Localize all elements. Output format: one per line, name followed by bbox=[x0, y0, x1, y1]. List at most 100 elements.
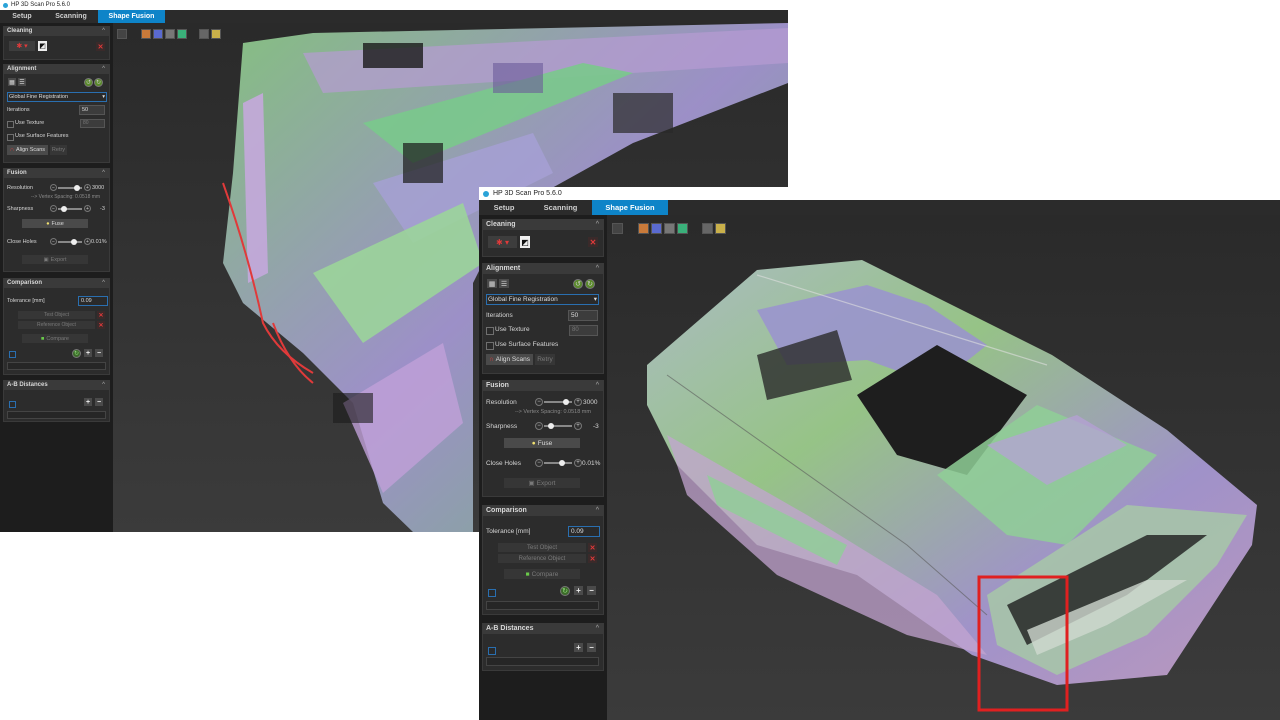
comparison-checkbox[interactable] bbox=[9, 351, 16, 358]
collapse-icon[interactable]: ^ bbox=[596, 624, 599, 634]
slider-knob[interactable] bbox=[548, 423, 554, 429]
collapse-icon[interactable]: ^ bbox=[102, 381, 105, 390]
remove-button[interactable]: − bbox=[95, 349, 103, 357]
use-texture-checkbox[interactable] bbox=[7, 121, 14, 128]
delete-icon[interactable]: ✕ bbox=[96, 42, 105, 51]
cleaning-header[interactable]: Cleaning ^ bbox=[4, 27, 109, 36]
registration-method-select[interactable]: Global Fine Registration ▾ bbox=[486, 294, 599, 305]
reference-object-button[interactable]: Reference Object bbox=[18, 321, 95, 329]
collapse-icon[interactable]: ^ bbox=[596, 220, 599, 230]
sharpness-decrease[interactable]: − bbox=[50, 205, 57, 212]
ab-distances-header[interactable]: A-B Distances ^ bbox=[483, 624, 603, 634]
slider-knob[interactable] bbox=[70, 239, 77, 245]
fusion-header[interactable]: Fusion ^ bbox=[483, 381, 603, 391]
tab-setup[interactable]: Setup bbox=[479, 200, 529, 215]
export-button[interactable]: ▣ Export bbox=[22, 255, 88, 264]
resolution-increase[interactable]: + bbox=[574, 398, 582, 406]
delete-icon[interactable]: ✕ bbox=[588, 237, 598, 247]
ab-distances-header[interactable]: A-B Distances ^ bbox=[4, 381, 109, 390]
cleaning-tool-dropdown[interactable]: ✱ ▾ bbox=[9, 41, 35, 51]
slider-knob[interactable] bbox=[563, 399, 570, 405]
add-button[interactable]: + bbox=[84, 349, 92, 357]
tab-shape-fusion[interactable]: Shape Fusion bbox=[98, 10, 165, 23]
refresh-icon[interactable]: ↻ bbox=[560, 586, 570, 596]
cleaning-tool-dropdown[interactable]: ✱ ▾ bbox=[488, 236, 517, 248]
tab-shape-fusion[interactable]: Shape Fusion bbox=[592, 200, 668, 215]
grid-view-icon[interactable]: ▦ bbox=[487, 279, 497, 288]
slider-knob[interactable] bbox=[61, 206, 67, 212]
slider-knob[interactable] bbox=[74, 185, 81, 191]
compare-button[interactable]: ■ Compare bbox=[504, 569, 580, 579]
reference-object-button[interactable]: Reference Object bbox=[498, 554, 586, 563]
refresh-icon[interactable]: ↻ bbox=[72, 349, 81, 358]
test-object-button[interactable]: Test Object bbox=[498, 543, 586, 552]
use-surface-features-checkbox[interactable] bbox=[486, 342, 494, 350]
collapse-icon[interactable]: ^ bbox=[102, 65, 105, 74]
iterations-field[interactable]: 50 bbox=[79, 105, 105, 115]
ab-add-button[interactable]: + bbox=[574, 643, 583, 652]
collapse-icon[interactable]: ^ bbox=[102, 169, 105, 178]
use-surface-features-checkbox[interactable] bbox=[7, 134, 14, 141]
texture-field[interactable]: 80 bbox=[569, 325, 598, 336]
remove-test-object-icon[interactable]: ✕ bbox=[97, 311, 105, 319]
3d-viewport[interactable] bbox=[607, 215, 1280, 720]
close-holes-increase[interactable]: + bbox=[84, 238, 91, 245]
align-scans-button[interactable]: ∩ Align Scans bbox=[486, 354, 533, 365]
compare-button[interactable]: ■ Compare bbox=[22, 334, 88, 343]
grid-view-icon[interactable]: ▦ bbox=[8, 78, 16, 86]
ab-add-button[interactable]: + bbox=[84, 398, 92, 406]
export-button[interactable]: ▣ Export bbox=[504, 478, 580, 488]
ab-checkbox[interactable] bbox=[488, 647, 496, 655]
sharpness-increase[interactable]: + bbox=[84, 205, 91, 212]
selection-tool-icon[interactable]: ◩ bbox=[520, 236, 530, 248]
add-button[interactable]: + bbox=[574, 586, 583, 595]
remove-reference-object-icon[interactable]: ✕ bbox=[97, 321, 105, 329]
ab-remove-button[interactable]: − bbox=[587, 643, 596, 652]
comparison-header[interactable]: Comparison ^ bbox=[483, 506, 603, 516]
fuse-button[interactable]: ● Fuse bbox=[22, 219, 88, 228]
list-view-icon[interactable]: ☰ bbox=[18, 78, 26, 86]
close-holes-decrease[interactable]: − bbox=[535, 459, 543, 467]
cleaning-header[interactable]: Cleaning ^ bbox=[483, 220, 603, 230]
test-object-button[interactable]: Test Object bbox=[18, 311, 95, 319]
remove-test-object-icon[interactable]: ✕ bbox=[588, 543, 597, 552]
tolerance-field[interactable]: 0.09 bbox=[568, 526, 600, 537]
close-holes-increase[interactable]: + bbox=[574, 459, 582, 467]
iterations-field[interactable]: 50 bbox=[568, 310, 598, 321]
slider-knob[interactable] bbox=[559, 460, 566, 466]
fuse-button[interactable]: ● Fuse bbox=[504, 438, 580, 448]
list-view-icon[interactable]: ☰ bbox=[499, 279, 509, 288]
close-holes-slider[interactable] bbox=[544, 462, 572, 464]
fusion-header[interactable]: Fusion ^ bbox=[4, 169, 109, 178]
retry-button[interactable]: Retry bbox=[535, 354, 555, 365]
undo-icon[interactable]: ↺ bbox=[84, 78, 93, 87]
collapse-icon[interactable]: ^ bbox=[102, 279, 105, 288]
close-holes-decrease[interactable]: − bbox=[50, 238, 57, 245]
use-texture-checkbox[interactable] bbox=[486, 327, 494, 335]
resolution-decrease[interactable]: − bbox=[535, 398, 543, 406]
sharpness-decrease[interactable]: − bbox=[535, 422, 543, 430]
sharpness-increase[interactable]: + bbox=[574, 422, 582, 430]
redo-icon[interactable]: ↻ bbox=[94, 78, 103, 87]
ab-checkbox[interactable] bbox=[9, 401, 16, 408]
align-scans-button[interactable]: ∩ Align Scans bbox=[7, 145, 48, 155]
alignment-header[interactable]: Alignment ^ bbox=[483, 264, 603, 274]
ab-remove-button[interactable]: − bbox=[95, 398, 103, 406]
collapse-icon[interactable]: ^ bbox=[596, 381, 599, 391]
tab-scanning[interactable]: Scanning bbox=[44, 10, 98, 23]
tab-setup[interactable]: Setup bbox=[0, 10, 44, 23]
alignment-header[interactable]: Alignment ^ bbox=[4, 65, 109, 74]
texture-field[interactable]: 80 bbox=[80, 119, 105, 128]
tab-scanning[interactable]: Scanning bbox=[529, 200, 592, 215]
comparison-header[interactable]: Comparison ^ bbox=[4, 279, 109, 288]
undo-icon[interactable]: ↺ bbox=[573, 279, 583, 289]
remove-reference-object-icon[interactable]: ✕ bbox=[588, 554, 597, 563]
tolerance-field[interactable]: 0.09 bbox=[78, 296, 108, 306]
resolution-increase[interactable]: + bbox=[84, 184, 91, 191]
remove-button[interactable]: − bbox=[587, 586, 596, 595]
resolution-decrease[interactable]: − bbox=[50, 184, 57, 191]
collapse-icon[interactable]: ^ bbox=[102, 27, 105, 36]
selection-tool-icon[interactable]: ◩ bbox=[38, 41, 47, 51]
redo-icon[interactable]: ↻ bbox=[585, 279, 595, 289]
registration-method-select[interactable]: Global Fine Registration ▾ bbox=[7, 92, 107, 102]
